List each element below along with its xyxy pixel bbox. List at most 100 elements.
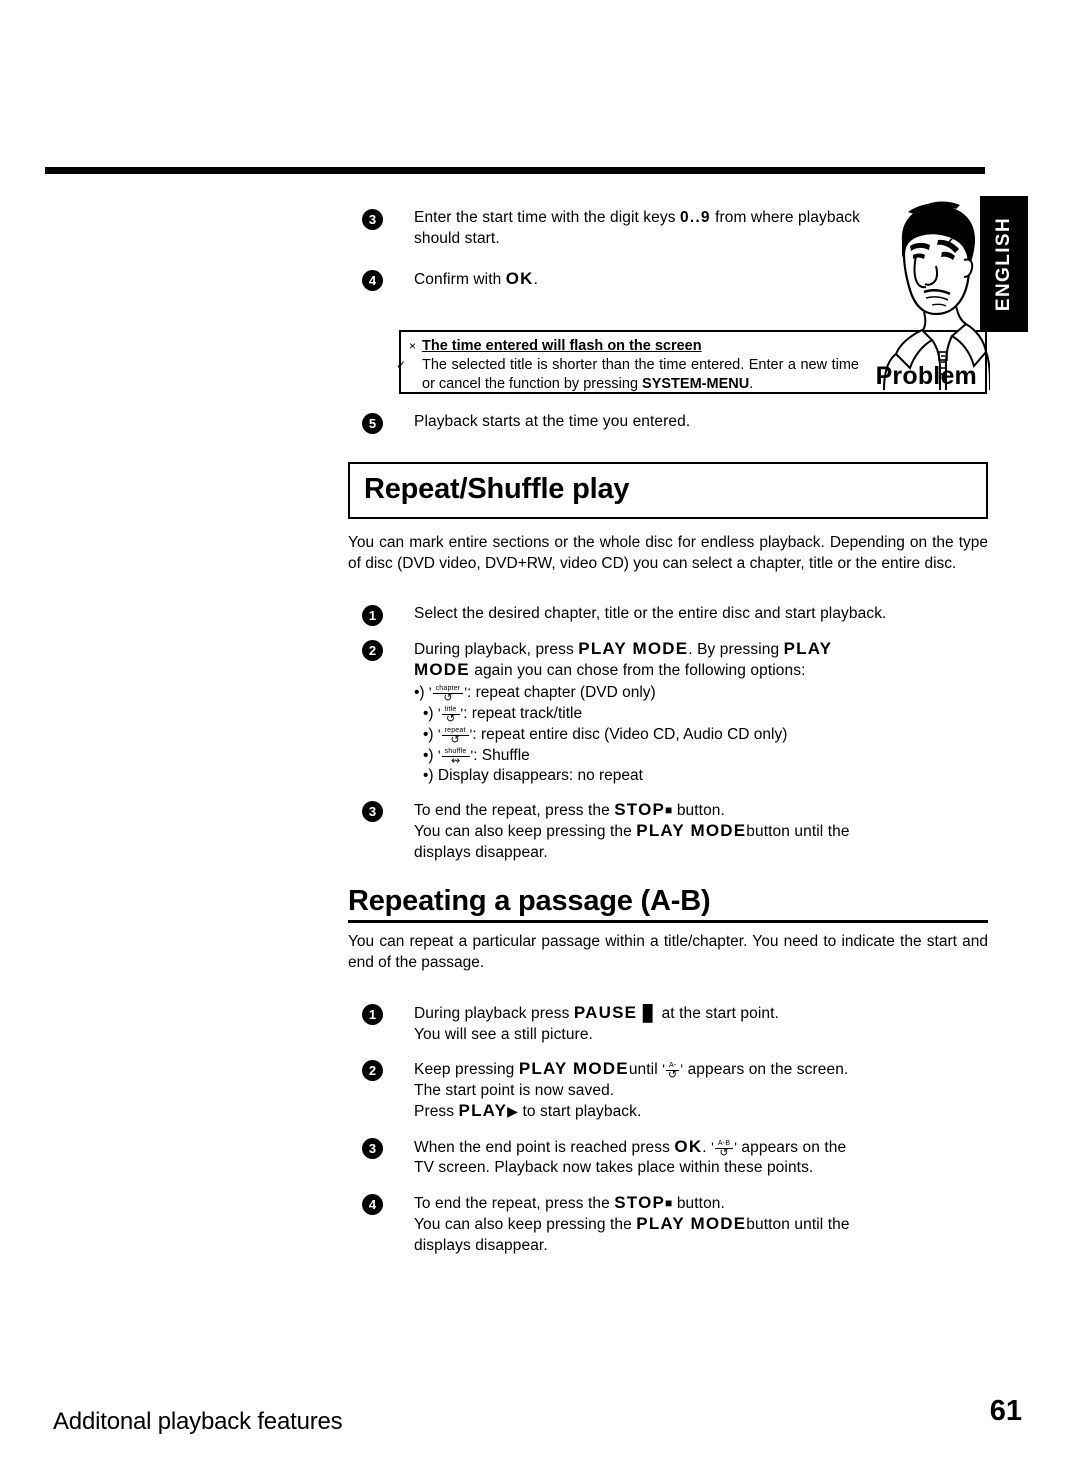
step-number: 3 [362,1137,383,1159]
key-stop: STOP [614,1192,666,1212]
quote-open: ' [428,683,432,700]
option-text: : repeat chapter (DVD only) [467,683,656,701]
step-number: 2 [362,1060,383,1081]
line-pre: Keep pressing [414,1061,515,1078]
header-rule [45,167,985,174]
list-item: •) Display disappears: no repeat [414,766,988,786]
line-pre: During playback press [414,1005,570,1022]
step-number: 4 [362,270,383,291]
step-text: Select the desired chapter, title or the… [414,605,887,622]
option-text: : repeat entire disc (Video CD, Audio CD… [472,725,788,743]
line3-pre: Press [414,1103,455,1120]
line-post: appears on the screen. [687,1061,849,1078]
key-play-mode: PLAY MODE [578,638,689,658]
step-text-line3: displays disappear. [414,1236,548,1254]
play-mode-options-list: •) ' chapter ↺ ' : repeat chapter (DVD only)… [414,682,988,786]
list-item: •) ' chapter ↺ ': repeat chapter (DVD only) [414,682,988,704]
step-number: 1 [362,1004,383,1025]
line-pre: During playback, press [414,640,574,658]
line-pre: When the end point is reached press [414,1138,670,1156]
quote-close: ' [734,1138,737,1155]
line-post: button. [676,1194,725,1212]
step-3: 3 To end the repeat, press the STOP■ but… [348,800,988,864]
step-text-line2: TV screen. Playback now takes place with… [414,1159,814,1176]
quote-open: ' [662,1061,665,1077]
line3-post: to start playback. [522,1103,642,1120]
step-2: 2 Keep pressing PLAY MODEuntil ' A- ↺ ' app… [348,1059,988,1123]
step-2: 2 During playback, press PLAY MODE. By p… [348,639,988,786]
step-text-line3: Press PLAY▶ to start playback. [414,1101,988,1123]
step-5: 5 Playback starts at the time you entere… [348,412,988,434]
problem-solution-pre: The selected title is shorter than the t… [422,357,859,392]
osd-icon-repeat-title: title ↺ [441,706,460,725]
key-play-mode: PLAY MODE [518,1059,629,1078]
step-4: 4 To end the repeat, press the STOP■ but… [348,1193,988,1257]
line-mid: until [628,1061,658,1078]
problem-cartoon-illustration [880,198,991,391]
problem-solution-post: . [749,376,754,392]
osd-icon-repeat-chapter: chapter ↺ [432,685,464,703]
footer-chapter-title: Additonal playback features [53,1408,343,1435]
key-system-menu: SYSTEM-MENU [642,376,750,392]
step-text-line1: Keep pressing PLAY MODEuntil ' A- ↺ ' appea… [414,1059,988,1081]
repeat-shuffle-intro: You can mark entire sections or the whol… [348,534,988,572]
key-ok: OK [505,269,534,288]
loop-arrow-icon: ↺ [450,733,460,746]
footer-page-number: 61 [989,1395,1022,1427]
step-text-line2: The start point is now saved. [414,1081,615,1099]
key-digits: 0..9 [680,209,711,226]
step-text-line3: displays disappear. [414,843,548,861]
repeating-passage-steps: 1 During playback press PAUSE▐▌ at the s… [348,1003,988,1270]
pause-bars-icon: ▐▌ [637,1005,658,1022]
problem-error-text: The time entered will flash on the scree… [422,338,702,354]
list-item: •) ' shuffle ↭ ': Shuffle [414,745,988,767]
step-text-post: from where playback [715,209,860,226]
key-play: PLAY [458,1101,508,1120]
step-text-line1: To end the repeat, press the STOP■ butto… [414,1193,988,1215]
quote-open: ' [711,1138,714,1155]
osd-icon-ab-start: A- ↺ [665,1062,680,1081]
step-number: 1 [362,605,383,626]
step-text-line1: During playback press PAUSE▐▌ at the sta… [414,1003,988,1025]
bullet-marker: •) [423,766,434,784]
step-text-pre: Enter the start time with the digit keys [414,209,676,226]
line-pre: To end the repeat, press the [414,801,610,819]
bullet-marker: •) [423,746,434,764]
step-text-line2: You will see a still picture. [414,1025,593,1043]
line2-pre: You can also keep pressing the [414,1216,632,1233]
key-mode: MODE [414,660,470,679]
step-text-line1: During playback, press PLAY MODE. By pre… [414,639,988,661]
option-text: : Shuffle [473,746,530,764]
line-mid: . By pressing [688,640,780,658]
osd-icon-repeat-disc: repeat ↺ [441,727,469,746]
step-number: 3 [362,800,383,822]
stop-square-icon: ■ [665,802,673,817]
step-number: 5 [362,413,383,434]
line2-pre: You can also keep pressing the [414,823,632,840]
step-text-post: . [533,271,539,288]
line-post: appears on the [741,1138,847,1156]
loop-arrow-icon: ↺ [445,712,456,725]
key-play: PLAY [783,638,833,658]
bullet-marker: •) [414,683,425,701]
step-text: Playback starts at the time you entered. [414,413,691,430]
key-play-mode: PLAY MODE [636,821,747,840]
step-1: 1 Select the desired chapter, title or t… [348,604,988,626]
osd-icon-shuffle: shuffle ↭ [441,748,470,767]
line-post: button. [676,801,725,819]
repeat-shuffle-steps: 1 Select the desired chapter, title or t… [348,604,988,877]
repeating-passage-intro: You can repeat a particular passage with… [348,933,988,971]
quote-open: ' [437,704,441,721]
list-item: •) ' title ↺ ': repeat track/title [414,703,988,725]
line2-text: again you can chose from the following o… [474,662,806,679]
step-text-line1: To end the repeat, press the STOP■ butto… [414,800,988,822]
manual-page: ENGLISH 3 Enter the start time with the … [0,0,1080,1473]
list-item: •) ' repeat ↺ ': repeat entire disc (Video … [414,724,988,746]
line-post: at the start point. [661,1005,779,1022]
shuffle-arrow-icon: ↭ [450,754,461,767]
key-pause: PAUSE [573,1003,638,1022]
line2-post: button until the [746,823,850,840]
step-text-line2: You can also keep pressing the PLAY MODE… [414,821,988,843]
section-heading-repeating-passage: Repeating a passage (A-B) [348,885,988,923]
heading-text: Repeat/Shuffle play [364,473,630,505]
